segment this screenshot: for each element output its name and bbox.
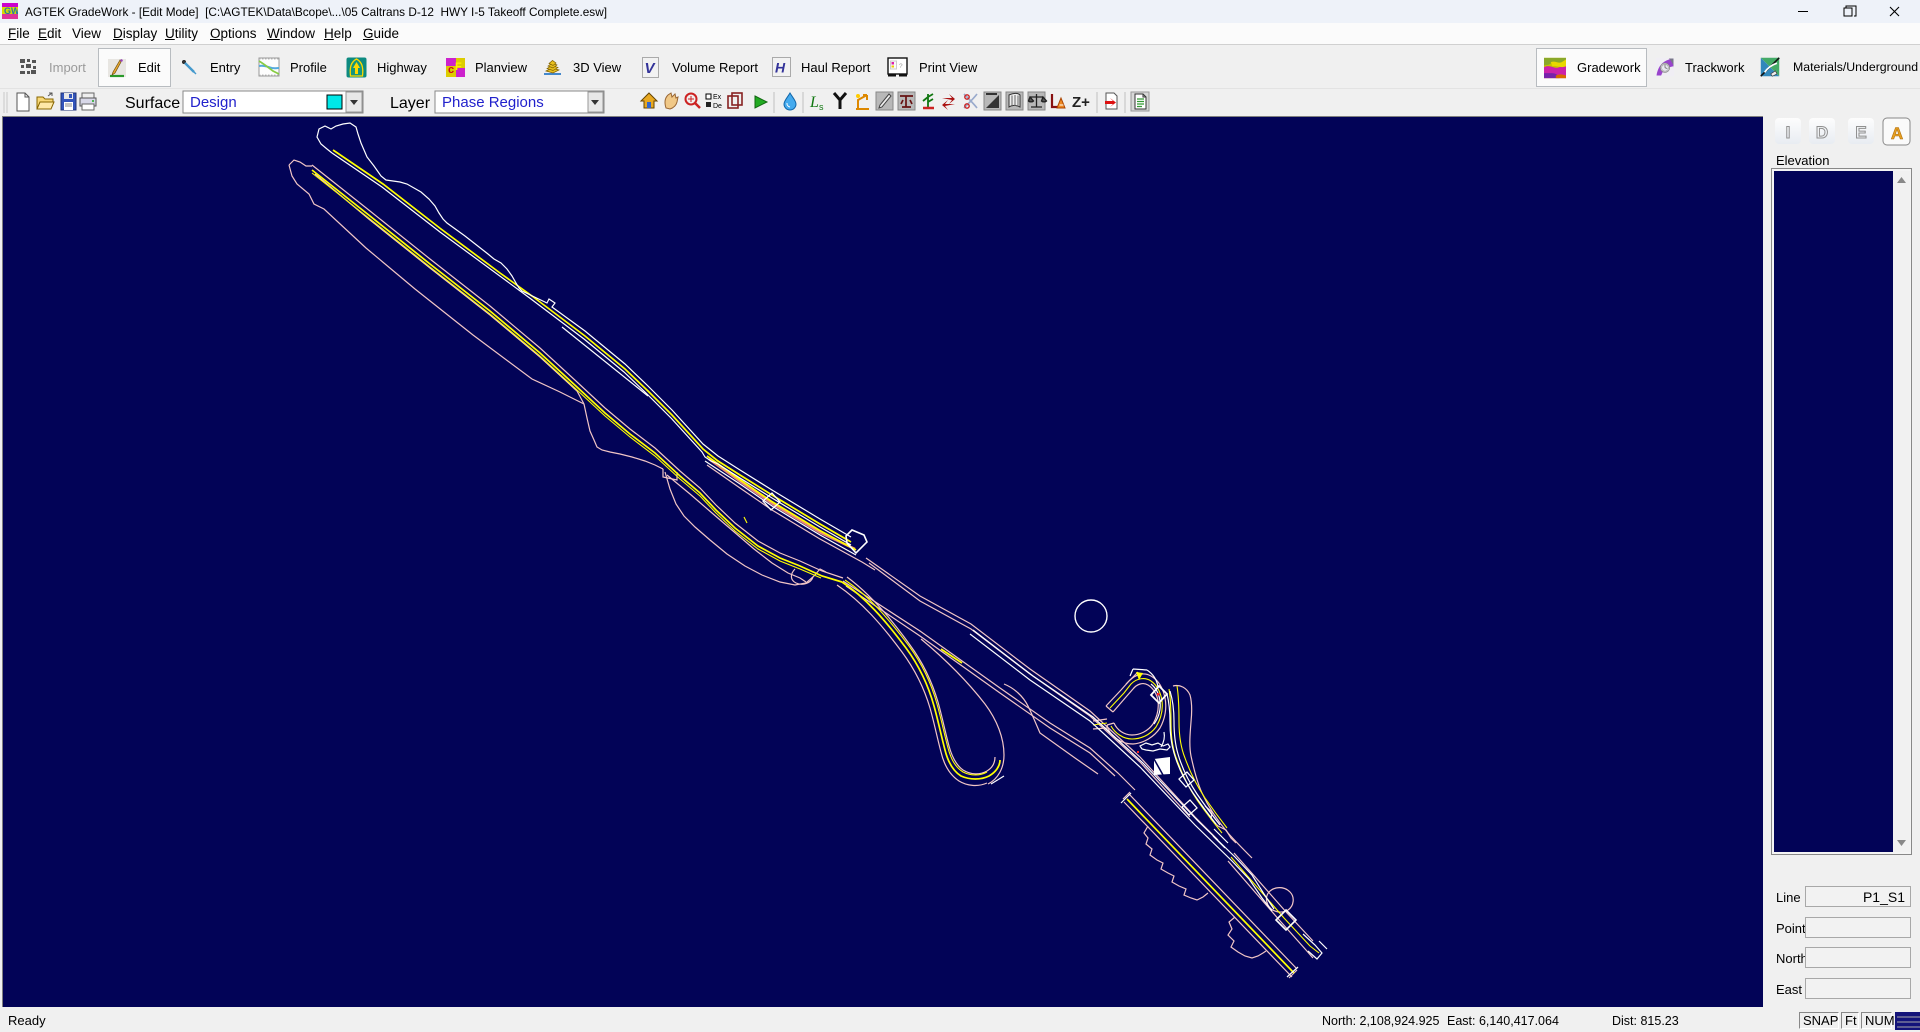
svg-text:De: De [713,103,722,110]
svg-text:Z+: Z+ [1072,94,1090,111]
svg-text:c: c [448,64,454,76]
svg-text:Ex: Ex [713,94,722,101]
svg-text:?: ? [899,63,903,70]
svg-text:D: D [1816,123,1828,142]
svg-text:H: H [775,60,786,76]
svg-text:GW: GW [4,6,18,16]
svg-text:Design: Design [190,94,237,111]
svg-text:I: I [1786,123,1791,142]
svg-text:Layer: Layer [390,95,431,112]
svg-text:s: s [819,102,824,112]
svg-text:Surface: Surface [125,95,180,112]
svg-text:F: F [455,61,462,73]
svg-text:A: A [1891,124,1903,143]
svg-text:L: L [809,94,819,111]
svg-text:Phase Regions: Phase Regions [442,94,544,111]
svg-text:E: E [1855,123,1866,142]
